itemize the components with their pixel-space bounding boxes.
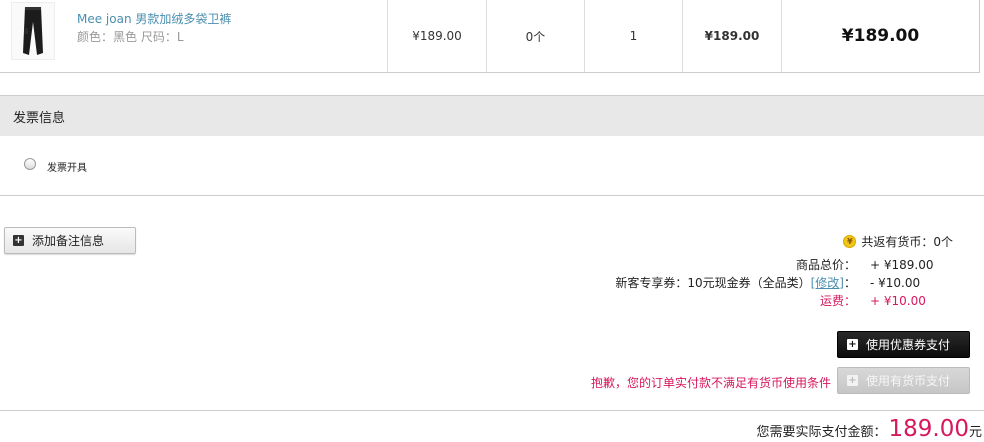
amount-due-line: 您需要实际支付金额： 189.00 元 — [756, 416, 982, 442]
product-info: Mee joan 男款加绒多袋卫裤 颜色：黑色 尺码：L — [77, 11, 231, 45]
divider — [0, 410, 984, 411]
product-coins: 0个 — [487, 0, 585, 72]
product-cell: Mee joan 男款加绒多袋卫裤 颜色：黑色 尺码：L — [0, 0, 388, 72]
invoice-option-label[interactable]: 发票开具 — [47, 159, 87, 174]
invoice-body: 发票开具 — [0, 136, 984, 195]
add-remark-button[interactable]: + 添加备注信息 — [4, 227, 136, 254]
coupon-modify-link[interactable]: [修改] — [811, 276, 844, 290]
amount-label: 您需要实际支付金额： — [756, 425, 887, 440]
product-attributes: 颜色：黑色 尺码：L — [77, 30, 184, 44]
product-thumbnail[interactable] — [11, 2, 55, 60]
coupon-value: - ¥10.00 — [870, 276, 921, 290]
coin-return-text: 共返有货币：0个 — [861, 235, 953, 249]
coin-warning: 抱歉，您的订单实付款不满足有货币使用条件 — [590, 376, 831, 390]
shipping-value: + ¥10.00 — [870, 294, 926, 308]
coupon-colon: ： — [843, 276, 856, 290]
coin-return-line: ¥ 共返有货币：0个 — [843, 233, 953, 250]
pants-image — [23, 7, 43, 55]
goods-total-line: 商品总价： + ¥189.00 — [796, 257, 948, 273]
amount-value: 189.00 — [888, 416, 969, 442]
product-price: ¥189.00 — [388, 0, 487, 72]
coupon-pay-button[interactable]: + 使用优惠券支付 — [837, 331, 970, 358]
product-total: ¥189.00 — [782, 0, 980, 72]
amount-unit: 元 — [968, 425, 982, 440]
coin-icon: ¥ — [843, 235, 857, 248]
coin-pay-button[interactable]: + 使用有货币支付 — [837, 367, 970, 394]
product-subtotal: ¥189.00 — [683, 0, 782, 72]
invoice-radio[interactable] — [24, 158, 36, 170]
coupon-label: 新客专享券：10元现金券（全品类）[修改]： — [615, 275, 856, 291]
goods-total-label: 商品总价： — [795, 258, 856, 272]
plus-icon: + — [13, 235, 24, 246]
product-name-link[interactable]: Mee joan 男款加绒多袋卫裤 — [77, 11, 231, 27]
product-quantity: 1 — [585, 0, 683, 72]
shipping-line: 运费： + ¥10.00 — [820, 293, 948, 309]
coupon-label-text: 新客专享券：10元现金券（全品类） — [615, 276, 811, 290]
coupon-line: 新客专享券：10元现金券（全品类）[修改]： - ¥10.00 — [615, 275, 948, 291]
invoice-title: 发票信息 — [0, 96, 984, 136]
plus-icon: + — [847, 375, 858, 386]
coin-pay-label: 使用有货币支付 — [866, 374, 951, 388]
plus-icon: + — [847, 339, 858, 350]
goods-total-value: + ¥189.00 — [870, 258, 934, 272]
coupon-pay-label: 使用优惠券支付 — [866, 338, 951, 352]
add-remark-label: 添加备注信息 — [32, 234, 105, 248]
shipping-label: 运费： — [819, 294, 856, 308]
invoice-section: 发票信息 发票开具 — [0, 95, 984, 196]
cart-product-row: Mee joan 男款加绒多袋卫裤 颜色：黑色 尺码：L ¥189.00 0个 … — [0, 0, 980, 73]
